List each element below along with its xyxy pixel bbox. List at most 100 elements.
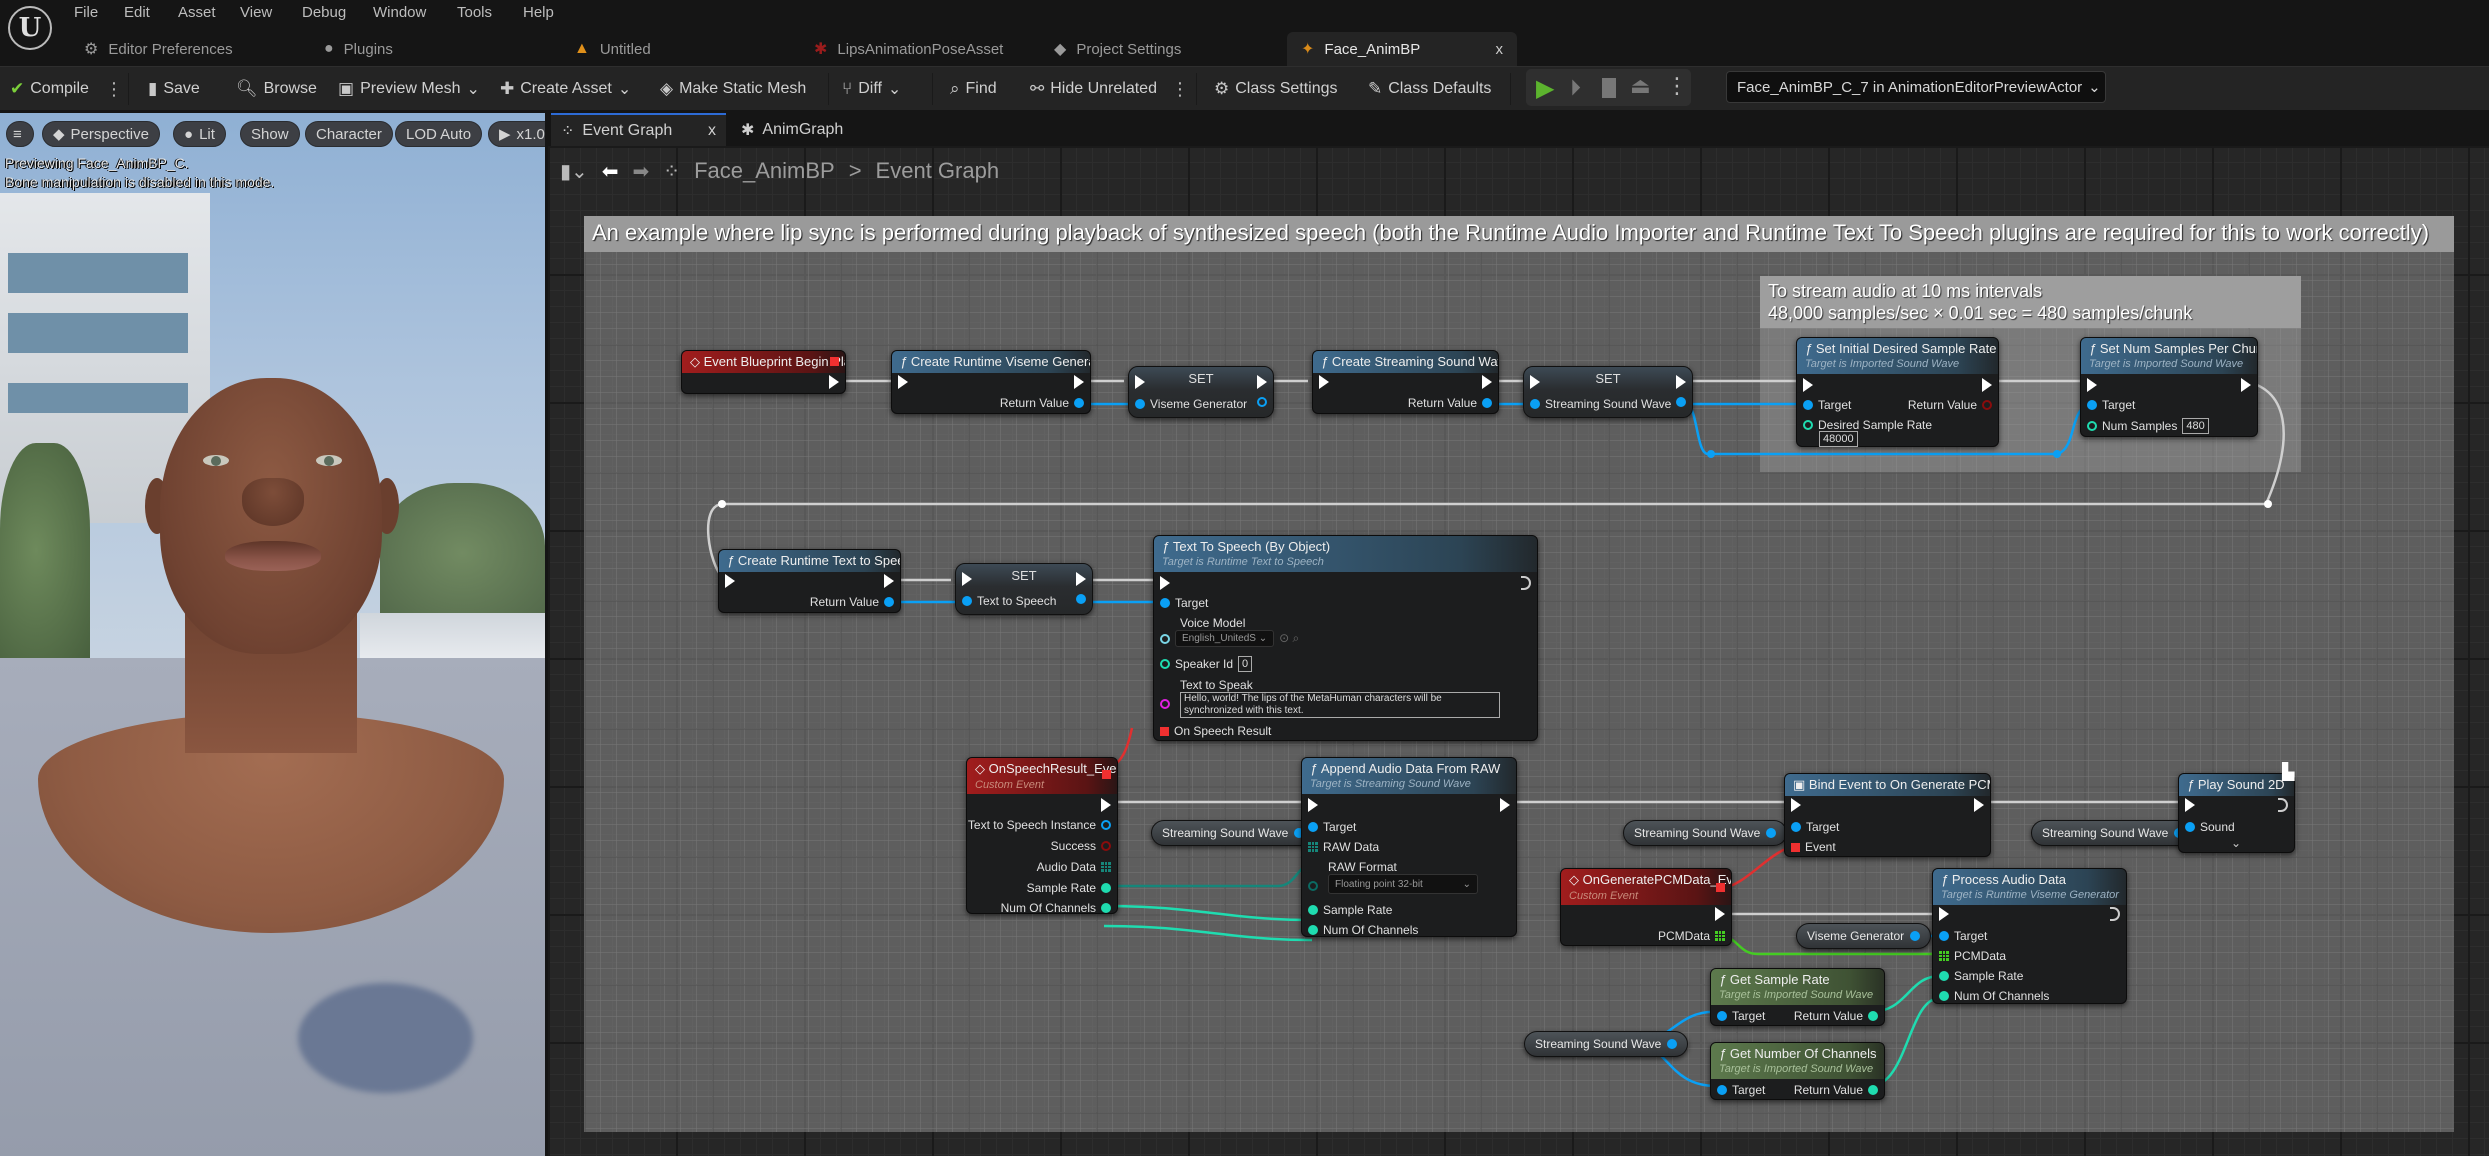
get-viseme-generator[interactable]: Viseme Generator [1796,923,1932,949]
return-value-pin[interactable]: Return Value [1794,1083,1878,1097]
save-button[interactable]: ▮ Save [148,73,200,105]
node-play-sound-2d[interactable]: ƒ Play Sound 2D Sound ⌄ [2178,773,2295,853]
exec-in-pin[interactable] [1319,375,1329,389]
step-icon[interactable]: ⏵ [1570,75,1581,101]
exec-in-pin[interactable] [1308,798,1318,812]
show-button[interactable]: Show [240,121,300,147]
node-create-runtime-text-to-speech[interactable]: ƒ Create Runtime Text to Speech Return V… [718,549,901,613]
text-to-speak-input[interactable]: Hello, world! The lips of the MetaHuman … [1180,692,1500,718]
audio-data-pin[interactable]: Audio Data [1037,860,1111,874]
node-create-runtime-viseme-generator[interactable]: ƒ Create Runtime Viseme Generator Return… [891,350,1091,414]
make-static-mesh-button[interactable]: ◈ Make Static Mesh [660,73,806,105]
play-icon[interactable]: ▶ [1536,74,1554,103]
exec-out-pin[interactable] [1715,907,1725,921]
event-pin[interactable]: Event [1791,840,1836,854]
menu-help[interactable]: Help [523,4,554,21]
node-get-number-of-channels[interactable]: ƒ Get Number Of Channels Target is Import… [1710,1042,1885,1100]
node-process-audio-data[interactable]: ƒ Process Audio Data Target is Runtime Vi… [1932,868,2127,1004]
exec-in-pin[interactable] [1530,375,1540,389]
exec-out-pin[interactable] [1500,798,1510,812]
lod-button[interactable]: LOD Auto [395,121,483,147]
delegate-pin[interactable] [1716,883,1725,892]
unreal-logo-icon[interactable]: U [8,6,52,50]
exec-out-pin[interactable] [2110,907,2120,921]
node-text-to-speech-by-object[interactable]: ƒ Text To Speech (By Object) Target is Ru… [1153,535,1538,741]
target-pin[interactable]: Target [1803,398,1851,412]
num-of-channels-pin[interactable]: Num Of Channels [1308,923,1418,937]
desired-sample-rate-pin[interactable]: Desired Sample Rate [1803,418,1932,432]
node-on-generate-pcmdata-event[interactable]: ◇ OnGeneratePCMData_EventCustom Event PC… [1560,868,1732,946]
tab-event-graph[interactable]: ⁘ Event Graph x [551,113,726,146]
target-pin[interactable]: Target [1791,820,1839,834]
node-on-speech-result-event[interactable]: ◇ OnSpeechResult_Event Custom Event Text … [966,757,1118,915]
pcmdata-pin[interactable]: PCMData [1658,929,1725,943]
exec-in-pin[interactable] [725,574,735,588]
target-pin[interactable]: Target [1160,596,1208,610]
node-set-initial-desired-sample-rate[interactable]: ƒ Set Initial Desired Sample Rate Target … [1796,337,1999,447]
get-streaming-sound-wave[interactable]: Streaming Sound Wave [1151,820,1316,846]
raw-format-pin[interactable] [1308,880,1318,894]
speaker-id-pin[interactable]: Speaker Id 0 [1160,656,1253,672]
sound-pin[interactable]: Sound [2185,820,2235,834]
get-streaming-sound-wave[interactable]: Streaming Sound Wave [1623,820,1788,846]
class-settings-button[interactable]: ⚙ Class Settings [1214,73,1338,105]
menu-asset[interactable]: Asset [178,4,216,21]
menu-view[interactable]: View [240,4,272,21]
get-streaming-sound-wave[interactable]: Streaming Sound Wave [2031,820,2196,846]
bookmark-icon[interactable]: ▮⌄ [560,159,588,184]
target-pin[interactable]: Target [1717,1009,1765,1023]
hide-unrelated-options-icon[interactable]: ⋮ [1171,79,1189,100]
return-value-pin[interactable]: Return Value [1794,1009,1878,1023]
preview-mesh-button[interactable]: ▣ Preview Mesh ⌄ [338,73,480,105]
preview-viewport[interactable]: ≡ ◆ Perspective ● Lit Show Character LOD A… [0,113,545,1156]
streaming-sound-wave-out-pin[interactable] [1676,397,1686,407]
exec-in-pin[interactable] [1135,375,1145,389]
tab-anim-graph[interactable]: ✱ AnimGraph [731,113,853,146]
exec-out-pin[interactable] [2278,798,2288,812]
num-samples-pin[interactable]: Num Samples 480 [2087,418,2209,434]
perspective-button[interactable]: ◆ Perspective [42,121,160,147]
text-to-speech-pin[interactable]: Text to Speech [962,594,1056,608]
tab-project-settings[interactable]: ◆ Project Settings [1040,32,1195,66]
breadcrumb-root[interactable]: Face_AnimBP [694,158,835,184]
viewport-menu-button[interactable]: ≡ [6,121,34,147]
exec-out-pin[interactable] [2241,378,2251,392]
exec-in-pin[interactable] [898,375,908,389]
browse-button[interactable]: 🔍︎ Browse [236,73,317,105]
node-event-begin-play[interactable]: ◇ Event Blueprint Begin Play [681,350,846,394]
exec-out-pin[interactable] [1974,798,1984,812]
compile-options-icon[interactable]: ⋮ [105,79,123,100]
character-button[interactable]: Character [305,121,393,147]
target-pin[interactable]: Target [2087,398,2135,412]
node-set-streaming-sound-wave[interactable]: SET Streaming Sound Wave [1523,366,1693,418]
num-samples-input[interactable]: 480 [2182,418,2209,434]
exec-in-pin[interactable] [2185,798,2195,812]
return-value-pin[interactable]: Return Value [1000,396,1084,410]
tab-plugins[interactable]: ● Plugins [310,32,407,66]
eject-icon[interactable]: ⏏ [1630,73,1651,99]
exec-out-pin[interactable] [1676,375,1686,389]
viseme-generator-out-pin[interactable] [1257,397,1267,407]
delegate-pin[interactable] [830,357,839,366]
tab-face-animbp[interactable]: ✦ Face_AnimBP x [1287,32,1517,66]
exec-out-pin[interactable] [1074,375,1084,389]
success-pin[interactable]: Success [1051,839,1111,853]
exec-in-pin[interactable] [1160,576,1170,590]
return-value-pin[interactable]: Return Value [810,595,894,609]
sample-rate-pin[interactable]: Sample Rate [1027,881,1111,895]
playback-speed-button[interactable]: ▶ x1.0 [488,121,545,147]
browse-asset-icon[interactable]: ⊙ ⌕ [1279,631,1299,646]
target-pin[interactable]: Target [1939,929,1987,943]
exec-in-pin[interactable] [2087,378,2097,392]
exec-out-pin[interactable] [1982,378,1992,392]
exec-out-pin[interactable] [884,574,894,588]
menu-file[interactable]: File [74,4,98,21]
menu-edit[interactable]: Edit [124,4,150,21]
sample-rate-pin[interactable]: Sample Rate [1939,969,2023,983]
get-streaming-sound-wave[interactable]: Streaming Sound Wave [1524,1031,1689,1057]
sample-rate-pin[interactable]: Sample Rate [1308,903,1392,917]
node-set-num-samples-per-chunk[interactable]: ƒ Set Num Samples Per Chunk Target is Imp… [2080,337,2258,437]
node-set-text-to-speech[interactable]: SET Text to Speech [955,563,1093,615]
hide-unrelated-button[interactable]: ⚯ Hide Unrelated ⋮ [1030,73,1189,105]
node-bind-event-to-on-generate-pcmdata[interactable]: ▣ Bind Event to On Generate PCMData Targ… [1784,773,1991,857]
